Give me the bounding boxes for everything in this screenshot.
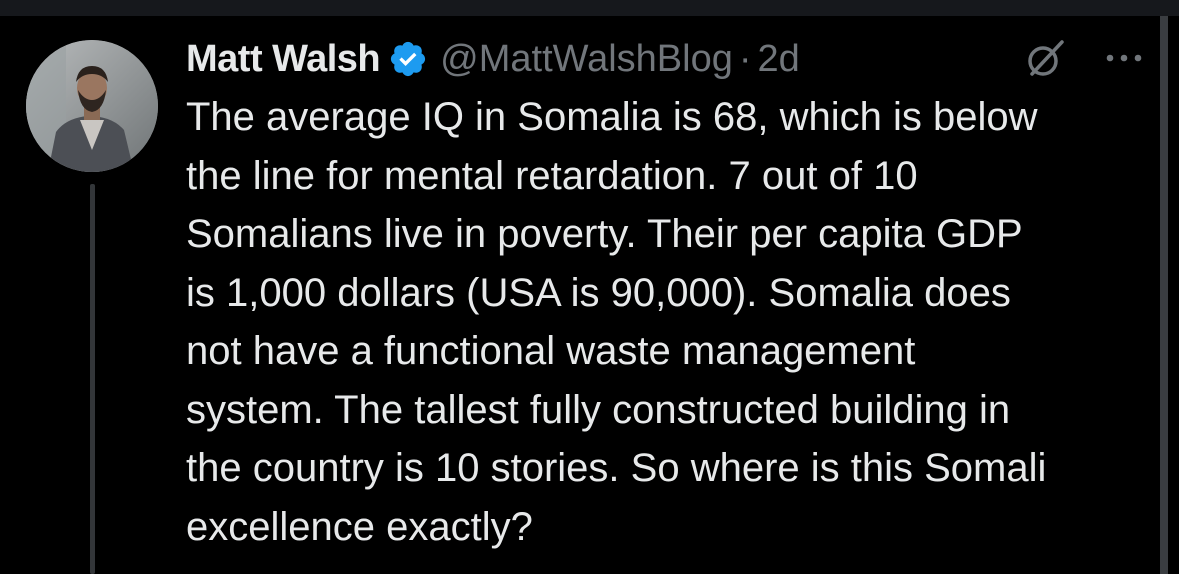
avatar[interactable] (26, 40, 158, 172)
tweet-text-line: the country is 10 stories. So where is t… (186, 446, 1047, 490)
timestamp[interactable]: 2d (758, 38, 800, 81)
top-strip (0, 0, 1179, 16)
grok-icon[interactable] (1022, 36, 1068, 82)
thread-line (90, 184, 95, 574)
tweet-text: The average IQ in Somalia is 68, which i… (186, 88, 1146, 556)
tweet-text-line: system. The tallest fully constructed bu… (186, 387, 1011, 432)
separator-dot: · (738, 37, 752, 80)
tweet-text-line: is 1,000 dollars (USA is 90,000). Somali… (186, 270, 1011, 315)
tweet-text-line: the line for mental retardation. 7 out o… (186, 153, 918, 198)
tweet-text-line: excellence exactly? (186, 504, 533, 549)
scrollbar[interactable] (1160, 16, 1168, 574)
tweet-text-line: not have a functional waste management (186, 329, 916, 373)
tweet-text-line: Somalians live in poverty. Their per cap… (186, 212, 1023, 256)
handle[interactable]: @MattWalshBlog (440, 38, 733, 81)
tweet-header: Matt Walsh @MattWalshBlog · 2d (186, 30, 800, 88)
verified-badge-icon[interactable] (388, 39, 428, 79)
display-name[interactable]: Matt Walsh (186, 38, 381, 81)
more-options-icon[interactable] (1102, 48, 1148, 68)
avatar-photo (26, 40, 158, 172)
tweet-text-line: The average IQ in Somalia is 68, which i… (186, 95, 1038, 139)
